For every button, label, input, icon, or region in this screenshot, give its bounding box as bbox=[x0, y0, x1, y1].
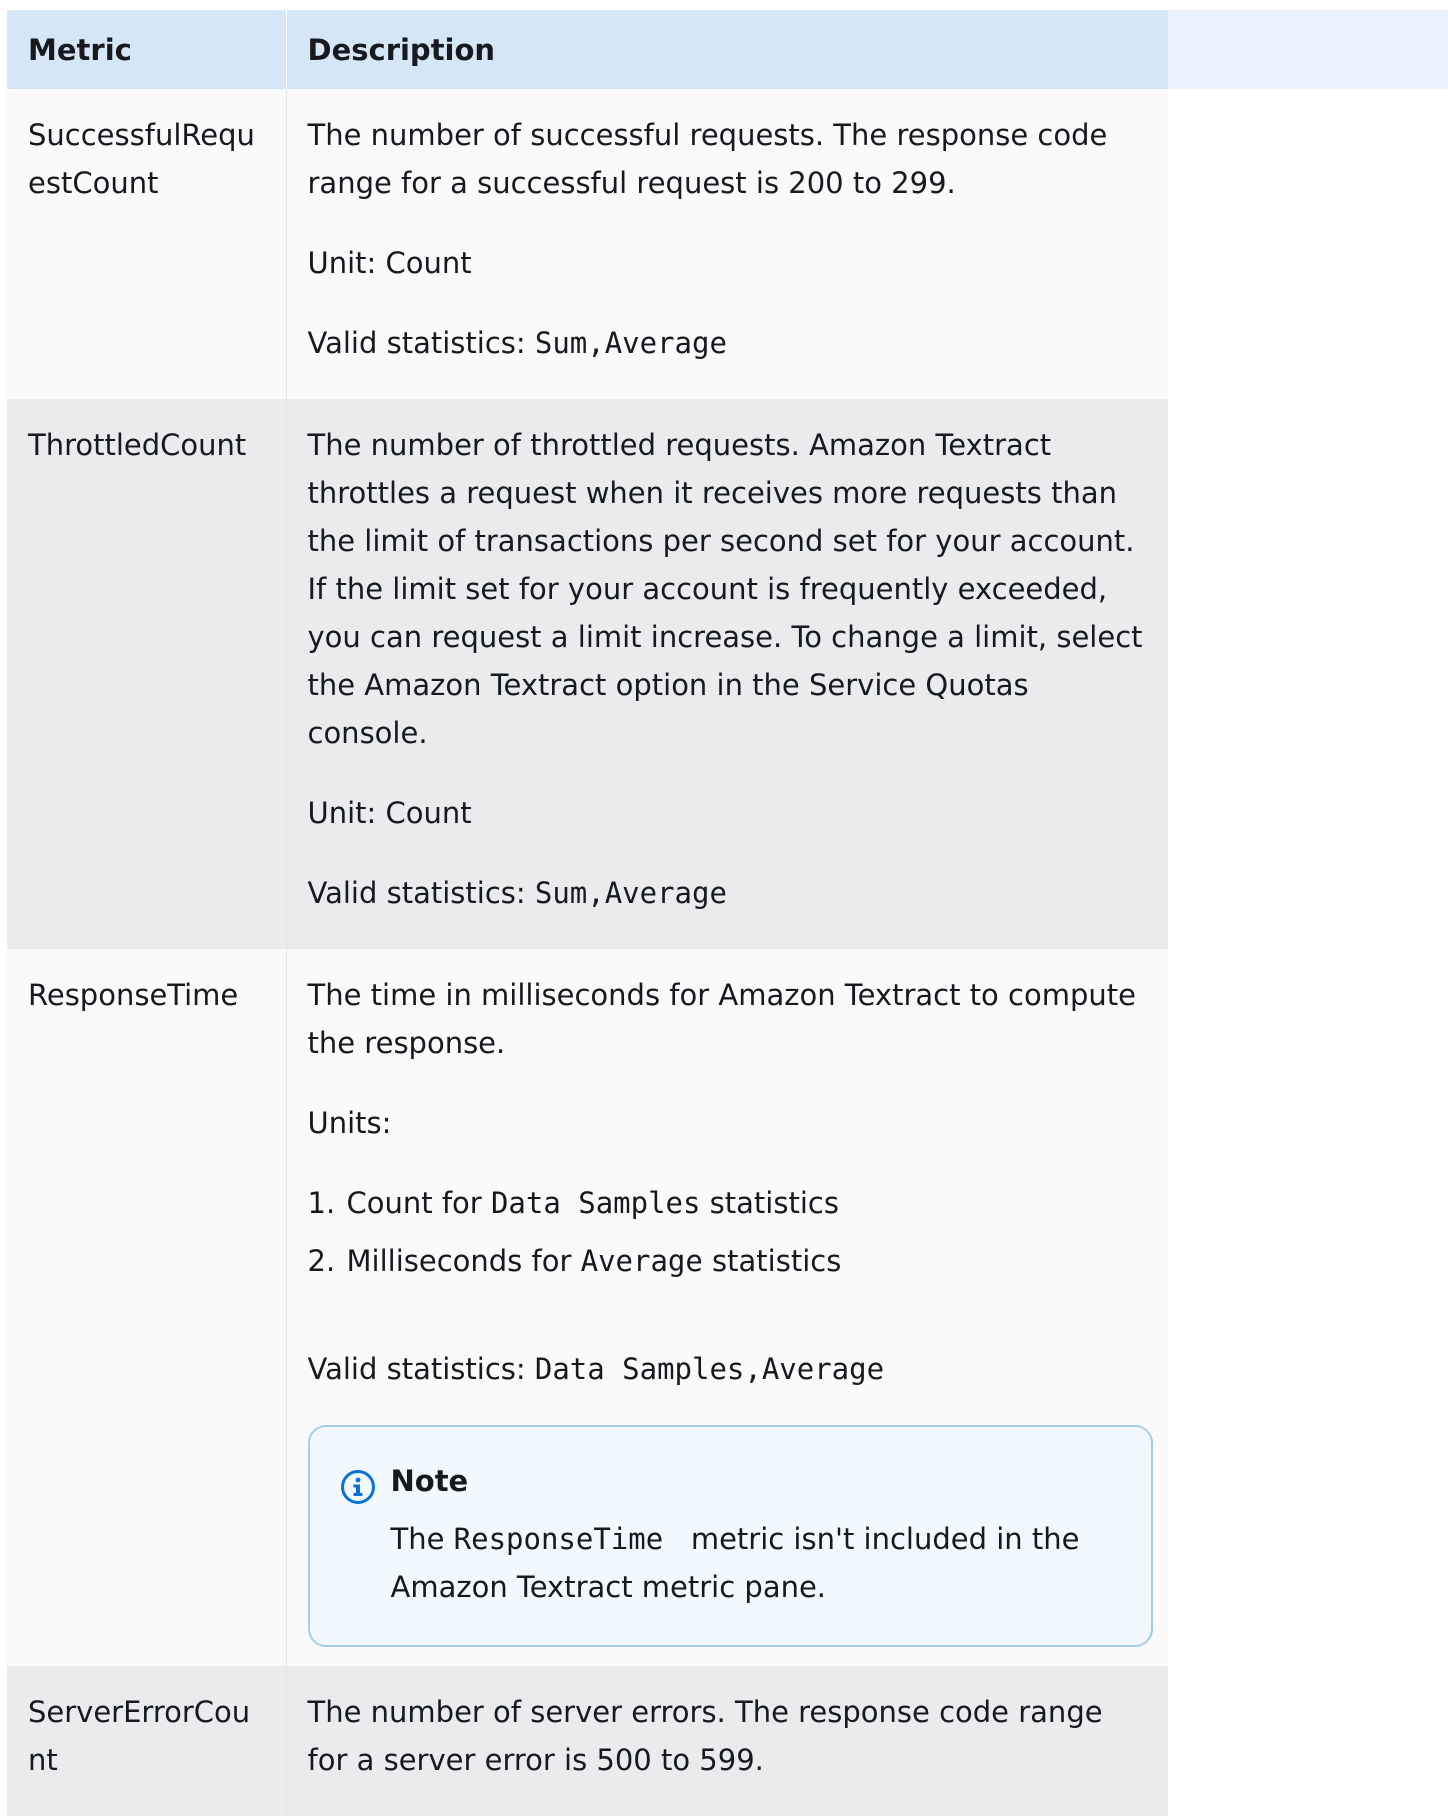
list-item-number: 1. bbox=[307, 1186, 336, 1220]
note-callout: Note The ResponseTime metric isn't inclu… bbox=[307, 1425, 1153, 1647]
note-body: The ResponseTime metric isn't included i… bbox=[391, 1515, 1111, 1611]
valid-statistics-label: Valid statistics: bbox=[307, 326, 526, 360]
table-row: ThrottledCount The number of throttled r… bbox=[7, 399, 1168, 949]
metric-unit: Unit: Count bbox=[307, 796, 472, 830]
metric-description-cell: The number of throttled requests. Amazon… bbox=[286, 399, 1168, 949]
list-item-text: Milliseconds for bbox=[346, 1244, 572, 1278]
list-item-number: 2. bbox=[307, 1244, 336, 1278]
info-circle-icon bbox=[340, 1470, 375, 1504]
table-row: ResponseTime The time in milliseconds fo… bbox=[7, 949, 1168, 1666]
metric-description: The number of server errors. The respons… bbox=[307, 1695, 1103, 1777]
list-item-text: statistics bbox=[709, 1186, 839, 1220]
list-item-code: Data Samples bbox=[490, 1186, 701, 1220]
valid-statistics: Valid statistics: Sum,Average bbox=[308, 319, 1148, 367]
list-item: 1. Count for Data Samples statistics bbox=[308, 1179, 1148, 1227]
metric-description: The number of successful requests. The r… bbox=[307, 118, 1108, 200]
metric-unit: Unit: Count bbox=[307, 246, 472, 280]
table-header: Metric Description bbox=[7, 10, 1168, 89]
table-row: ServerErrorCount The number of server er… bbox=[7, 1666, 1168, 1816]
list-item-code: Average bbox=[580, 1244, 703, 1278]
valid-statistics-values: Sum,Average bbox=[534, 876, 727, 910]
valid-statistics-label: Valid statistics: bbox=[307, 1352, 526, 1386]
list-item-text: Count for bbox=[346, 1186, 482, 1220]
note-title: Note bbox=[390, 1464, 469, 1498]
valid-statistics-values: Data Samples,Average bbox=[534, 1352, 885, 1386]
metric-name: SuccessfulRequestCount bbox=[7, 89, 287, 399]
units-list: 1. Count for Data Samples statistics 2. Mi… bbox=[308, 1179, 1148, 1285]
list-item: 2. Milliseconds for Average statistics bbox=[308, 1237, 1148, 1285]
metric-description-cell: The number of server errors. The respons… bbox=[286, 1666, 1168, 1816]
list-item-text: statistics bbox=[712, 1244, 842, 1278]
note-text: The bbox=[390, 1522, 445, 1556]
metric-description-cell: The time in milliseconds for Amazon Text… bbox=[286, 949, 1168, 1666]
metric-name: ServerErrorCount bbox=[7, 1666, 287, 1816]
metric-name: ResponseTime bbox=[7, 949, 287, 1666]
metric-name: ThrottledCount bbox=[7, 399, 287, 949]
header-extension bbox=[1168, 10, 1448, 89]
metric-description-cell: The number of successful requests. The r… bbox=[286, 89, 1168, 399]
column-header-metric: Metric bbox=[7, 10, 287, 89]
metric-description: The number of throttled requests. Amazon… bbox=[307, 428, 1143, 750]
table-row: SuccessfulRequestCount The number of suc… bbox=[7, 89, 1168, 399]
column-header-description: Description bbox=[286, 10, 1168, 89]
metric-description: The time in milliseconds for Amazon Text… bbox=[307, 978, 1136, 1060]
metrics-table: Metric Description SuccessfulRequestCoun… bbox=[7, 10, 1168, 1816]
note-code: ResponseTime bbox=[453, 1522, 664, 1556]
valid-statistics-label: Valid statistics: bbox=[307, 876, 526, 910]
valid-statistics: Valid statistics: Data Samples,Average bbox=[308, 1345, 1148, 1393]
valid-statistics-values: Sum,Average bbox=[534, 326, 727, 360]
valid-statistics: Valid statistics: Sum,Average bbox=[308, 869, 1148, 917]
units-label: Units: bbox=[307, 1106, 392, 1140]
